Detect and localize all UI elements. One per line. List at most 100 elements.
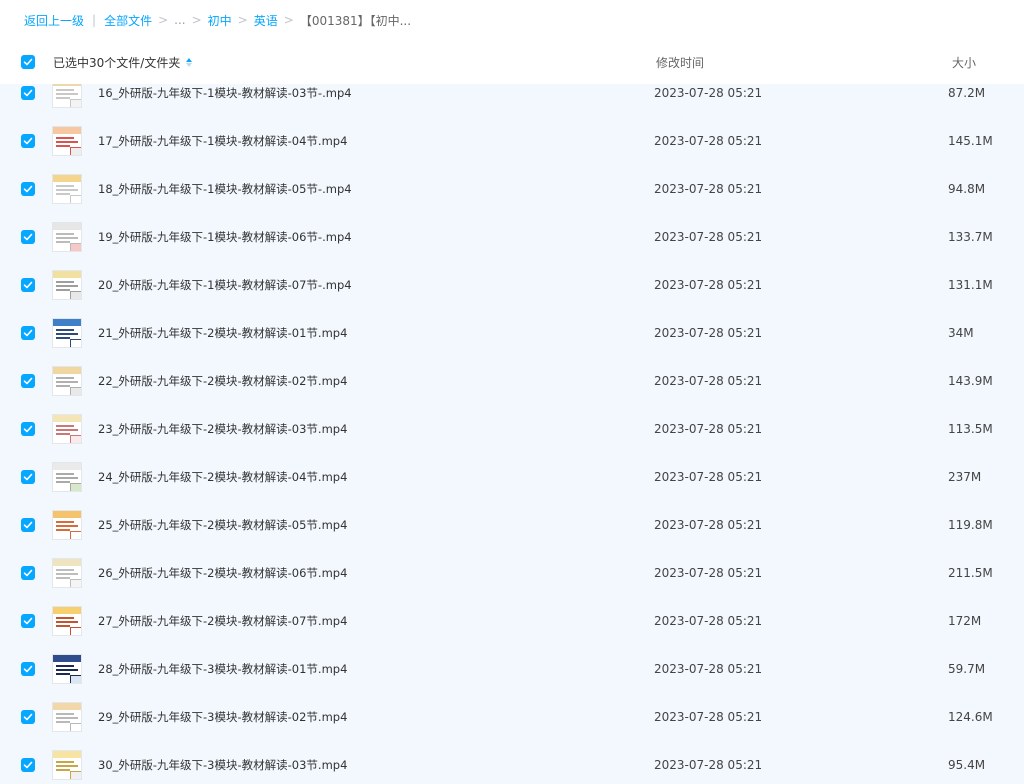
- file-row[interactable]: 21_外研版-九年级下-2模块-教材解读-01节.mp4 2023-07-28 0…: [0, 309, 1024, 357]
- breadcrumb-current: 【001381】【初中...: [299, 13, 412, 28]
- file-row[interactable]: 18_外研版-九年级下-1模块-教材解读-05节-.mp4 2023-07-28 …: [0, 165, 1024, 213]
- file-size: 124.6M: [948, 710, 993, 724]
- file-row[interactable]: 24_外研版-九年级下-2模块-教材解读-04节.mp4 2023-07-28 0…: [0, 453, 1024, 501]
- file-size: 211.5M: [948, 566, 993, 580]
- check-icon: [23, 377, 33, 385]
- file-row[interactable]: 16_外研版-九年级下-1模块-教材解读-03节-.mp4 2023-07-28 …: [0, 84, 1024, 117]
- row-checkbox[interactable]: [21, 134, 35, 148]
- file-row[interactable]: 23_外研版-九年级下-2模块-教材解读-03节.mp4 2023-07-28 0…: [0, 405, 1024, 453]
- file-name[interactable]: 18_外研版-九年级下-1模块-教材解读-05节-.mp4: [98, 181, 352, 197]
- row-checkbox[interactable]: [21, 614, 35, 628]
- row-checkbox[interactable]: [21, 374, 35, 388]
- breadcrumb-level2[interactable]: 英语: [254, 12, 278, 29]
- video-thumbnail-icon: [52, 750, 82, 780]
- video-thumbnail-icon: [52, 510, 82, 540]
- file-size: 87.2M: [948, 86, 986, 100]
- video-thumbnail-icon: [52, 366, 82, 396]
- selected-count-label: 已选中30个文件/文件夹: [53, 55, 181, 70]
- video-thumbnail-icon: [52, 126, 82, 156]
- file-name[interactable]: 25_外研版-九年级下-2模块-教材解读-05节.mp4: [98, 517, 347, 533]
- file-size: 143.9M: [948, 374, 993, 388]
- video-thumbnail-icon: [52, 84, 82, 108]
- breadcrumb: 返回上一级 | 全部文件 > ... > 初中 > 英语 > 【001381】【…: [0, 0, 1024, 40]
- breadcrumb-all-files[interactable]: 全部文件: [104, 12, 152, 29]
- row-checkbox[interactable]: [21, 278, 35, 292]
- file-row[interactable]: 19_外研版-九年级下-1模块-教材解读-06节-.mp4 2023-07-28 …: [0, 213, 1024, 261]
- row-checkbox[interactable]: [21, 422, 35, 436]
- row-checkbox[interactable]: [21, 230, 35, 244]
- file-modified-time: 2023-07-28 05:21: [654, 134, 763, 148]
- row-checkbox[interactable]: [21, 470, 35, 484]
- file-modified-time: 2023-07-28 05:21: [654, 422, 763, 436]
- breadcrumb-separator-icon: >: [237, 13, 248, 27]
- row-checkbox[interactable]: [21, 86, 35, 100]
- file-modified-time: 2023-07-28 05:21: [654, 278, 763, 292]
- column-size-header[interactable]: 大小: [952, 54, 976, 71]
- file-row[interactable]: 20_外研版-九年级下-1模块-教材解读-07节-.mp4 2023-07-28 …: [0, 261, 1024, 309]
- file-name[interactable]: 29_外研版-九年级下-3模块-教材解读-02节.mp4: [98, 709, 347, 725]
- file-modified-time: 2023-07-28 05:21: [654, 326, 763, 340]
- file-row[interactable]: 26_外研版-九年级下-2模块-教材解读-06节.mp4 2023-07-28 0…: [0, 549, 1024, 597]
- video-thumbnail-icon: [52, 318, 82, 348]
- file-name[interactable]: 23_外研版-九年级下-2模块-教材解读-03节.mp4: [98, 421, 347, 437]
- row-checkbox[interactable]: [21, 566, 35, 580]
- file-size: 145.1M: [948, 134, 993, 148]
- file-modified-time: 2023-07-28 05:21: [654, 710, 763, 724]
- check-icon: [23, 281, 33, 289]
- check-icon: [23, 233, 33, 241]
- file-name[interactable]: 19_外研版-九年级下-1模块-教材解读-06节-.mp4: [98, 229, 352, 245]
- file-name[interactable]: 30_外研版-九年级下-3模块-教材解读-03节.mp4: [98, 757, 347, 773]
- column-name-header[interactable]: 已选中30个文件/文件夹: [53, 54, 193, 71]
- file-name[interactable]: 22_外研版-九年级下-2模块-教材解读-02节.mp4: [98, 373, 347, 389]
- file-modified-time: 2023-07-28 05:21: [654, 374, 763, 388]
- check-icon: [23, 473, 33, 481]
- file-row[interactable]: 27_外研版-九年级下-2模块-教材解读-07节.mp4 2023-07-28 0…: [0, 597, 1024, 645]
- row-checkbox[interactable]: [21, 326, 35, 340]
- sort-icon[interactable]: [186, 57, 193, 67]
- select-all-checkbox[interactable]: [21, 55, 35, 69]
- row-checkbox[interactable]: [21, 758, 35, 772]
- breadcrumb-level1[interactable]: 初中: [208, 12, 232, 29]
- file-list: 16_外研版-九年级下-1模块-教材解读-03节-.mp4 2023-07-28 …: [0, 84, 1024, 784]
- row-checkbox[interactable]: [21, 662, 35, 676]
- row-checkbox[interactable]: [21, 182, 35, 196]
- file-row[interactable]: 22_外研版-九年级下-2模块-教材解读-02节.mp4 2023-07-28 0…: [0, 357, 1024, 405]
- file-row[interactable]: 30_外研版-九年级下-3模块-教材解读-03节.mp4 2023-07-28 0…: [0, 741, 1024, 784]
- column-time-header[interactable]: 修改时间: [656, 54, 704, 71]
- file-name[interactable]: 17_外研版-九年级下-1模块-教材解读-04节.mp4: [98, 133, 347, 149]
- check-icon: [23, 425, 33, 433]
- file-row[interactable]: 17_外研版-九年级下-1模块-教材解读-04节.mp4 2023-07-28 0…: [0, 117, 1024, 165]
- check-icon: [23, 329, 33, 337]
- file-modified-time: 2023-07-28 05:21: [654, 470, 763, 484]
- check-icon: [23, 569, 33, 577]
- video-thumbnail-icon: [52, 222, 82, 252]
- file-size: 95.4M: [948, 758, 986, 772]
- file-row[interactable]: 29_外研版-九年级下-3模块-教材解读-02节.mp4 2023-07-28 0…: [0, 693, 1024, 741]
- breadcrumb-ellipsis[interactable]: ...: [174, 13, 185, 27]
- file-name[interactable]: 26_外研版-九年级下-2模块-教材解读-06节.mp4: [98, 565, 347, 581]
- file-name[interactable]: 24_外研版-九年级下-2模块-教材解读-04节.mp4: [98, 469, 347, 485]
- file-name[interactable]: 27_外研版-九年级下-2模块-教材解读-07节.mp4: [98, 613, 347, 629]
- file-list-header: 已选中30个文件/文件夹 修改时间 大小: [0, 40, 1024, 84]
- file-modified-time: 2023-07-28 05:21: [654, 518, 763, 532]
- back-link[interactable]: 返回上一级: [24, 12, 84, 29]
- breadcrumb-separator-icon: >: [283, 13, 294, 27]
- file-name[interactable]: 16_外研版-九年级下-1模块-教材解读-03节-.mp4: [98, 85, 352, 101]
- row-checkbox[interactable]: [21, 710, 35, 724]
- file-row[interactable]: 28_外研版-九年级下-3模块-教材解读-01节.mp4 2023-07-28 0…: [0, 645, 1024, 693]
- file-modified-time: 2023-07-28 05:21: [654, 566, 763, 580]
- row-checkbox[interactable]: [21, 518, 35, 532]
- video-thumbnail-icon: [52, 702, 82, 732]
- file-size: 113.5M: [948, 422, 993, 436]
- file-name[interactable]: 21_外研版-九年级下-2模块-教材解读-01节.mp4: [98, 325, 347, 341]
- breadcrumb-separator-icon: >: [191, 13, 202, 27]
- video-thumbnail-icon: [52, 462, 82, 492]
- file-name[interactable]: 28_外研版-九年级下-3模块-教材解读-01节.mp4: [98, 661, 347, 677]
- file-name[interactable]: 20_外研版-九年级下-1模块-教材解读-07节-.mp4: [98, 277, 352, 293]
- video-thumbnail-icon: [52, 558, 82, 588]
- check-icon: [23, 58, 33, 66]
- file-modified-time: 2023-07-28 05:21: [654, 662, 763, 676]
- check-icon: [23, 713, 33, 721]
- file-row[interactable]: 25_外研版-九年级下-2模块-教材解读-05节.mp4 2023-07-28 0…: [0, 501, 1024, 549]
- video-thumbnail-icon: [52, 174, 82, 204]
